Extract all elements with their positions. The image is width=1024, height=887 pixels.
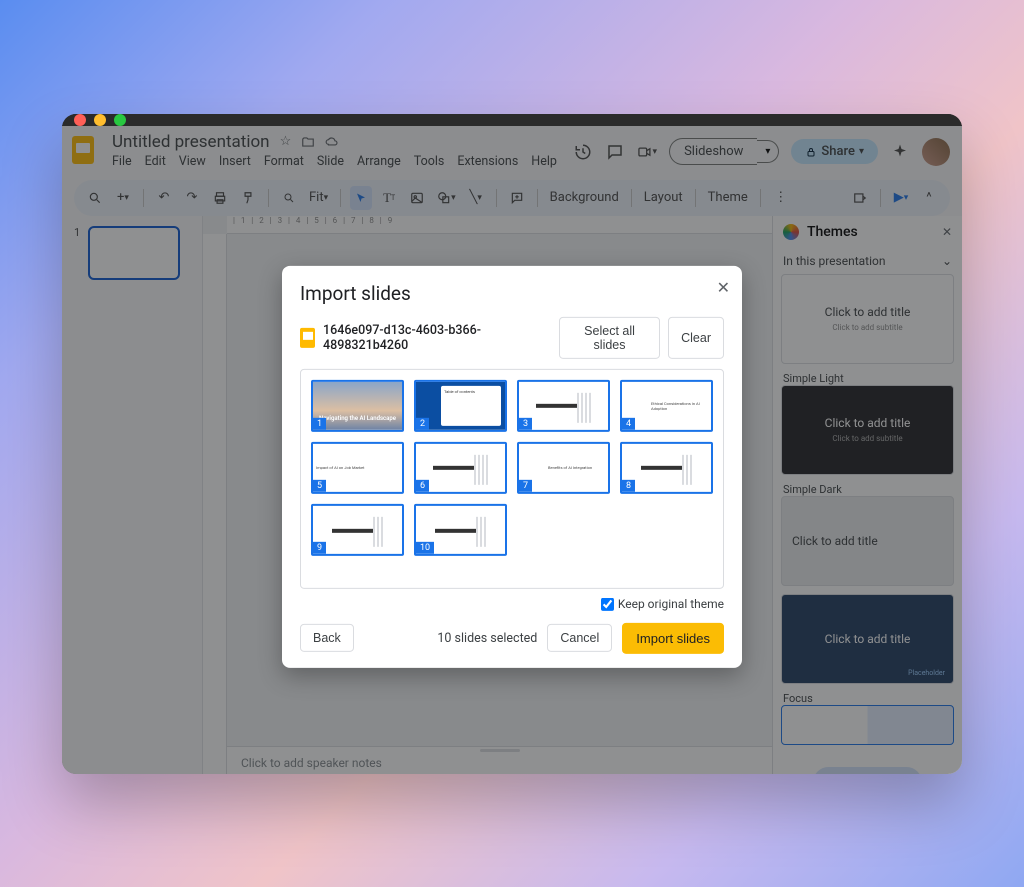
keep-theme-checkbox-label[interactable]: Keep original theme <box>601 596 724 610</box>
slide-preview-8[interactable]: 8 <box>620 442 713 494</box>
cancel-button[interactable]: Cancel <box>547 624 612 652</box>
slide-preview-4[interactable]: Ethical Considerations in AI Adoption 4 <box>620 379 713 431</box>
keep-theme-row: Keep original theme <box>300 596 724 610</box>
import-slides-button[interactable]: Import slides <box>622 623 724 654</box>
mac-titlebar <box>62 114 962 126</box>
slide-preview-10[interactable]: 10 <box>414 504 507 556</box>
slides-app: Untitled presentation ☆ File Edit View I… <box>62 126 962 774</box>
slide-preview-5[interactable]: Impact of AI on Job Market 5 <box>311 442 404 494</box>
select-all-button[interactable]: Select all slides <box>559 316 660 358</box>
slide-preview-7[interactable]: Benefits of AI Integration 7 <box>517 442 610 494</box>
dialog-close-icon[interactable]: ✕ <box>717 277 730 296</box>
traffic-light-close[interactable] <box>74 114 86 126</box>
slides-file-icon <box>300 327 315 347</box>
slide-preview-1[interactable]: Navigating the AI Landscape 1 <box>311 379 404 431</box>
traffic-light-fullscreen[interactable] <box>114 114 126 126</box>
keep-theme-checkbox[interactable] <box>601 598 614 611</box>
traffic-light-minimize[interactable] <box>94 114 106 126</box>
mac-window: Untitled presentation ☆ File Edit View I… <box>62 114 962 774</box>
source-file-name: 1646e097-d13c-4603-b366-4898321b4260 <box>323 322 551 352</box>
slide-preview-3[interactable]: 3 <box>517 379 610 431</box>
selection-status: 10 slides selected <box>437 631 537 646</box>
import-slides-dialog: ✕ Import slides 1646e097-d13c-4603-b366-… <box>282 265 742 667</box>
slide-preview-9[interactable]: 9 <box>311 504 404 556</box>
back-button[interactable]: Back <box>300 624 354 652</box>
slide-preview-6[interactable]: 6 <box>414 442 507 494</box>
slide-preview-2[interactable]: Table of contents 2 <box>414 379 507 431</box>
slides-grid: Navigating the AI Landscape 1 Table of c… <box>300 368 724 588</box>
dialog-title: Import slides <box>300 281 724 304</box>
clear-button[interactable]: Clear <box>668 316 724 358</box>
